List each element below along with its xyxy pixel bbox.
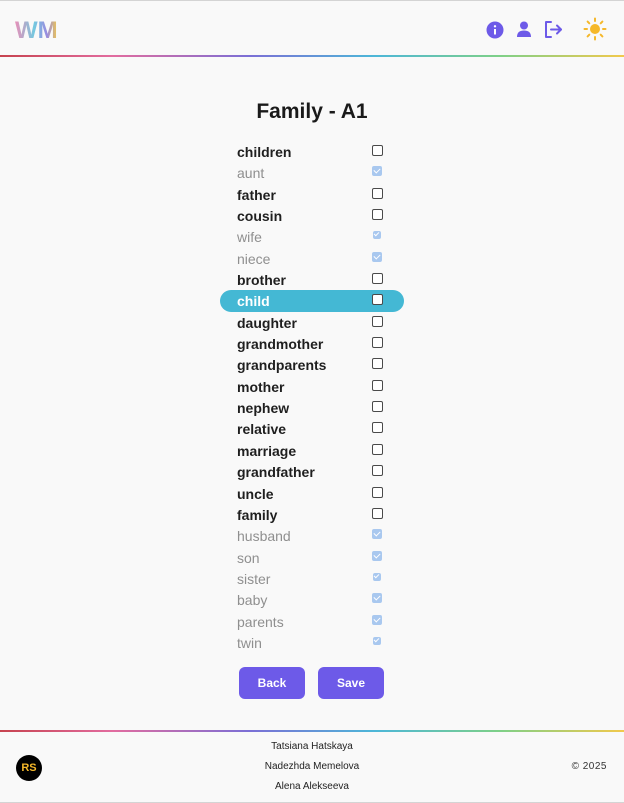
checkbox[interactable]: [372, 507, 383, 519]
author-name[interactable]: Tatsiana Hatskaya: [0, 741, 624, 752]
word-label: relative: [237, 421, 287, 438]
word-row[interactable]: son: [220, 547, 404, 568]
header-divider: [0, 55, 624, 57]
word-row[interactable]: wife: [220, 226, 404, 247]
word-label: baby: [237, 592, 268, 609]
user-icon[interactable]: [512, 17, 536, 41]
logout-icon[interactable]: [541, 17, 565, 41]
checkbox-checked[interactable]: [372, 251, 382, 262]
word-row[interactable]: grandparents: [220, 354, 404, 375]
checkbox-checked[interactable]: [373, 231, 381, 240]
checkbox[interactable]: [372, 315, 383, 327]
checkbox[interactable]: [372, 379, 383, 391]
checkbox[interactable]: [372, 443, 383, 455]
word-row[interactable]: marriage: [220, 440, 404, 461]
word-row[interactable]: relative: [220, 418, 404, 439]
page-title: Family - A1: [256, 100, 368, 123]
word-label: wife: [237, 229, 262, 246]
checkbox-checked[interactable]: [372, 529, 382, 540]
word-row[interactable]: sister: [220, 568, 404, 589]
word-row[interactable]: aunt: [220, 162, 404, 183]
checkbox[interactable]: [372, 358, 383, 370]
word-label: husband: [237, 528, 291, 545]
back-button[interactable]: Back: [239, 667, 305, 699]
word-label: uncle: [237, 485, 274, 502]
checkbox[interactable]: [372, 187, 383, 199]
word-label: child: [237, 293, 270, 310]
checkbox-checked[interactable]: [373, 572, 381, 581]
checkbox[interactable]: [372, 465, 383, 477]
word-row[interactable]: child: [220, 290, 404, 312]
footer-divider: [0, 730, 624, 732]
word-label: cousin: [237, 208, 283, 225]
checkbox[interactable]: [372, 486, 383, 498]
app-page: WM Family - A1 children aunt father cous…: [0, 0, 624, 803]
header: WM: [0, 1, 624, 56]
word-label: daughter: [237, 314, 297, 331]
checkbox[interactable]: [372, 294, 383, 306]
checkbox-checked[interactable]: [372, 550, 382, 561]
checkbox[interactable]: [372, 145, 383, 156]
checkbox[interactable]: [372, 422, 383, 434]
word-label: grandmother: [237, 336, 324, 353]
logo-text: WM: [15, 17, 58, 43]
checkbox[interactable]: [372, 337, 383, 349]
word-label: brother: [237, 272, 286, 289]
word-row[interactable]: parents: [220, 611, 404, 632]
word-label: nephew: [237, 400, 290, 417]
word-row[interactable]: brother: [220, 269, 404, 290]
word-label: mother: [237, 378, 285, 395]
word-list: children aunt father cousin wife niece brother…: [220, 141, 404, 653]
app-logo[interactable]: WM: [15, 15, 59, 43]
word-label: niece: [237, 250, 271, 267]
word-row[interactable]: grandmother: [220, 333, 404, 354]
word-row[interactable]: niece: [220, 248, 404, 269]
checkbox-checked[interactable]: [372, 166, 382, 177]
word-row[interactable]: children: [220, 141, 404, 162]
author-name[interactable]: Alena Alekseeva: [0, 781, 624, 792]
word-row[interactable]: family: [220, 504, 404, 525]
word-row[interactable]: mother: [220, 376, 404, 397]
word-row[interactable]: uncle: [220, 483, 404, 504]
word-label: children: [237, 144, 292, 160]
word-label: aunt: [237, 165, 265, 182]
word-label: sister: [237, 570, 271, 587]
checkbox-checked[interactable]: [372, 593, 382, 604]
word-row[interactable]: baby: [220, 589, 404, 610]
word-label: marriage: [237, 442, 297, 459]
author-name[interactable]: Nadezhda Memelova: [0, 761, 624, 772]
word-label: son: [237, 549, 260, 566]
checkbox[interactable]: [372, 401, 383, 413]
sun-icon[interactable]: [583, 17, 607, 41]
info-icon[interactable]: [483, 17, 507, 41]
word-label: parents: [237, 613, 284, 630]
word-label: grandfather: [237, 464, 315, 481]
word-row[interactable]: twin: [220, 632, 404, 653]
word-row[interactable]: grandfather: [220, 461, 404, 482]
copyright: © 2025: [571, 761, 607, 772]
header-toolbar: [483, 17, 609, 41]
checkbox[interactable]: [372, 209, 383, 221]
word-label: father: [237, 186, 276, 203]
word-label: twin: [237, 634, 262, 651]
word-row[interactable]: nephew: [220, 397, 404, 418]
checkbox-checked[interactable]: [372, 614, 382, 625]
word-label: grandparents: [237, 357, 327, 374]
word-row[interactable]: cousin: [220, 205, 404, 226]
word-row[interactable]: father: [220, 184, 404, 205]
save-button[interactable]: Save: [318, 667, 384, 699]
word-label: family: [237, 506, 278, 523]
word-row[interactable]: daughter: [220, 312, 404, 333]
checkbox[interactable]: [372, 273, 383, 285]
word-row[interactable]: husband: [220, 525, 404, 546]
checkbox-checked[interactable]: [373, 636, 381, 645]
